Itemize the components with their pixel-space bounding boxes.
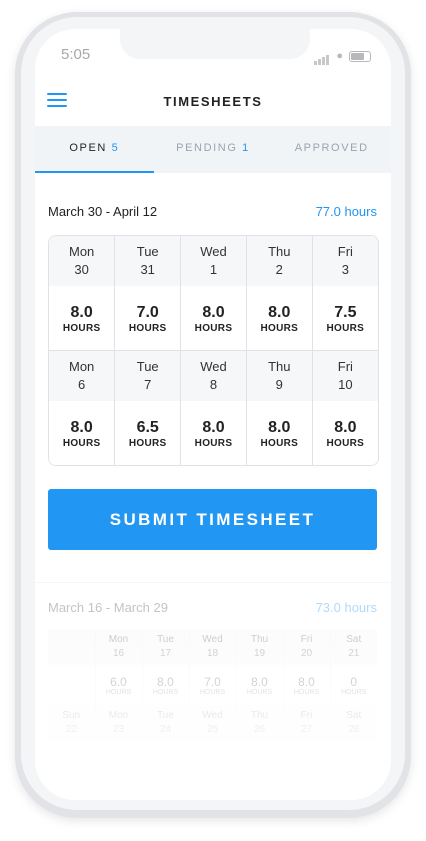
timesheet-grid: Mon 30 Tue 31 Wed 1 Thu 2 Fri 3 8.0 HOURS 7.0 HOURS 8.… [48,235,379,466]
day-cell: Tue 7 [114,350,182,401]
hours-cell[interactable]: 8.0 HOURS [180,401,247,465]
day-date: 8 [209,377,218,392]
hours-unit: HOURS [260,437,299,449]
day-cell: Mon 30 [49,236,116,286]
hours-cell[interactable]: 8.0 HOURS [49,286,116,351]
day-date: 9 [275,377,283,392]
previous-period-header: March 16 - March 29 73.0 hours [48,600,377,615]
day-cell: Thu 9 [246,350,313,401]
day-cell: Fri 10 [312,350,378,401]
day-name: Fri [337,244,353,259]
day-cell: Mon 6 [49,350,116,401]
hours-cell[interactable]: 8.0 HOURS [246,401,313,465]
hours-row: 8.0 HOURS 7.0 HOURS 8.0 HOURS 8.0 HOURS 7.5 HOURS [49,286,378,351]
hours-unit: HOURS [62,437,101,449]
page-title: TIMESHEETS [163,94,263,109]
hours-cell[interactable]: 8.0 HOURS [180,286,247,351]
hours-unit: HOURS [326,437,365,449]
hours-unit: HOURS [62,322,101,334]
hours-unit: HOURS [128,437,167,449]
tab-open[interactable]: OPEN 5 [35,126,154,173]
tab-pending[interactable]: PENDING 1 [154,126,273,173]
hours-value: 8.0 [202,418,225,436]
hours-value: 7.5 [334,303,357,321]
hours-value: 8.0 [70,303,93,321]
hours-value: 6.5 [136,418,159,436]
day-date: 6 [78,377,86,392]
signal-icon [314,47,330,65]
period-range: March 30 - April 12 [48,204,158,219]
day-name: Wed [200,359,227,374]
day-date: 31 [140,262,155,277]
day-cell: Wed 1 [180,236,247,286]
day-cell: Fri 3 [312,236,378,286]
hours-unit: HOURS [194,437,233,449]
period-total: 77.0 hours [315,204,377,219]
day-name: Tue [136,359,159,374]
tab-label: OPEN [69,142,107,154]
hours-cell[interactable]: 8.0 HOURS [246,286,313,351]
day-cell: Tue 31 [114,236,182,286]
hours-cell[interactable]: 8.0 HOURS [49,401,116,465]
tab-count: 5 [111,142,120,154]
day-date: 2 [275,262,283,277]
day-name: Mon [69,359,95,374]
day-date: 30 [74,262,89,277]
submit-timesheet-button[interactable]: SUBMIT TIMESHEET [48,489,377,550]
status-icons: ● [314,47,371,65]
hours-cell[interactable]: 6.5 HOURS [114,401,182,465]
tab-approved[interactable]: APPROVED [272,126,391,173]
hours-value: 7.0 [136,303,159,321]
day-name: Thu [268,359,291,374]
hours-value: 8.0 [268,418,291,436]
status-time: 5:05 [61,46,91,63]
tab-count: 1 [242,142,250,154]
tab-label: PENDING [176,142,238,154]
hours-unit: HOURS [326,322,365,334]
hours-cell[interactable]: 8.0 HOURS [312,401,378,465]
hours-cell[interactable]: 7.0 HOURS [114,286,182,351]
hours-value: 8.0 [268,303,291,321]
app-screen: 5:05 ● TIMESHEETS OPEN 5 PENDING 1 APPRO… [35,29,391,800]
period-total: 73.0 hours [315,600,377,615]
day-cell: Thu 2 [246,236,313,286]
hours-row: 8.0 HOURS 6.5 HOURS 8.0 HOURS 8.0 HOURS 8.0 HOURS [49,401,378,465]
day-cell: Wed 8 [180,350,247,401]
hours-value: 8.0 [334,418,357,436]
day-name: Tue [136,244,159,259]
hours-cell[interactable]: 7.5 HOURS [312,286,378,351]
day-name: Thu [268,244,291,259]
app-header: TIMESHEETS [35,84,391,126]
day-name: Mon [69,244,95,259]
day-date: 7 [144,377,152,392]
wifi-icon: ● [336,50,343,62]
tab-label: APPROVED [294,142,369,154]
fade-overlay [35,629,391,800]
day-date: 10 [338,377,353,392]
battery-icon [349,50,371,62]
day-date: 3 [341,262,349,277]
day-row: Mon 30 Tue 31 Wed 1 Thu 2 Fri 3 [49,236,378,286]
day-row: Mon 6 Tue 7 Wed 8 Thu 9 Fri 10 [49,350,378,401]
hours-value: 8.0 [202,303,225,321]
current-period-header: March 30 - April 12 77.0 hours [48,204,377,219]
hours-value: 8.0 [70,418,93,436]
day-date: 1 [209,262,218,277]
device-notch [120,29,310,59]
hours-unit: HOURS [194,322,233,334]
hours-unit: HOURS [260,322,299,334]
day-name: Wed [200,244,227,259]
hours-unit: HOURS [128,322,167,334]
period-range: March 16 - March 29 [48,600,168,615]
status-tabs: OPEN 5 PENDING 1 APPROVED [35,126,391,173]
day-name: Fri [337,359,353,374]
